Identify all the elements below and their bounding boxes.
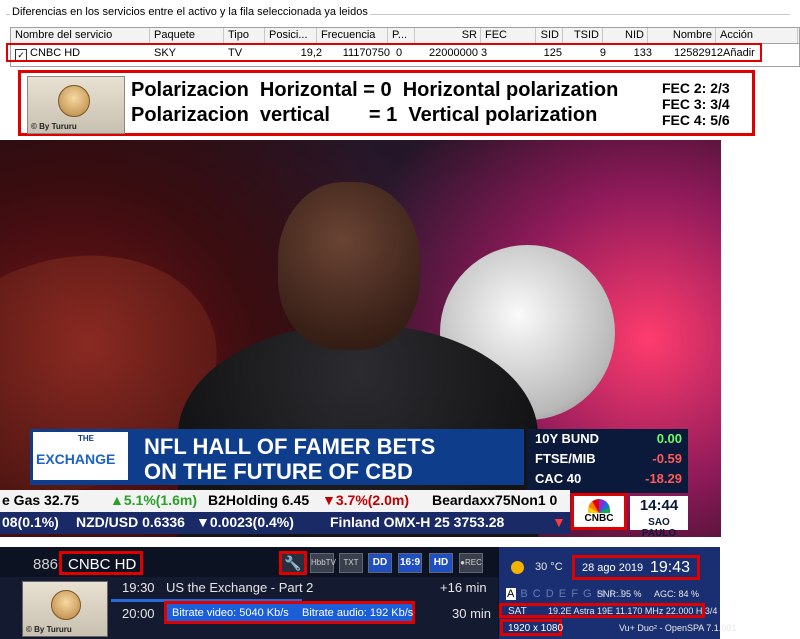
column-header-action[interactable]: Acción <box>716 28 798 43</box>
exchange-logo-word: EXCHANGE <box>36 451 116 467</box>
ticker-item: ▼0.0023(0.4%) <box>196 514 294 530</box>
column-header-package[interactable]: Paquete <box>150 28 224 43</box>
now-title: US the Exchange - Part 2 <box>166 580 314 595</box>
rec-icon: ●REC <box>459 553 483 573</box>
headline-line-1: NFL HALL OF FAMER BETS <box>144 434 436 459</box>
column-header-fec[interactable]: FEC <box>481 28 536 43</box>
bitrate-video: Bitrate video: 5040 Kb/s <box>172 607 289 619</box>
firmware-info: Vu+ Duo² - OpenSPA 7.1.001 <box>619 623 737 633</box>
column-header-sid[interactable]: SID <box>536 28 563 43</box>
column-header-p[interactable]: P... <box>388 28 415 43</box>
resolution: 1920 x 1080 <box>508 623 564 634</box>
tururu-logo: © By Tururu <box>22 581 108 637</box>
ticker-item: ▼ <box>552 514 566 530</box>
mascot-icon <box>51 590 81 620</box>
logo-caption: © By Tururu <box>26 625 72 634</box>
column-header-frequency[interactable]: Frecuencia <box>317 28 388 43</box>
presenter-head <box>278 182 420 350</box>
now-time: 19:30 <box>122 580 155 595</box>
snr: SNR: 95 % <box>597 589 642 599</box>
ticker-item: Finland OMX-H 25 3753.28 <box>330 514 505 530</box>
stock-ticker-top: e Gas 32.75 ▲5.1%(1.6m) B2Holding 6.45 ▼… <box>0 490 570 512</box>
market-name: FTSE/MIB <box>535 451 596 466</box>
date: 28 ago 2019 <box>582 562 644 574</box>
groupbox-title: Diferencias en los servicios entre el ac… <box>10 6 370 18</box>
receiver-infobar: 886 CNBC HD 🔧 HbbTV TXT DD 16:9 HD ●REC … <box>0 547 736 639</box>
cnbc-logo-box: CNBC <box>571 493 627 530</box>
column-header-name[interactable]: Nombre <box>648 28 716 43</box>
infobar-left-panel: 886 CNBC HD 🔧 HbbTV TXT DD 16:9 HD ●REC … <box>0 547 498 639</box>
stock-ticker-bottom: 08(0.1%) NZD/USD 0.6336 ▼0.0023(0.4%) Fi… <box>0 512 570 534</box>
video-frame: THE EXCHANGE NFL HALL OF FAMER BETS ON T… <box>0 140 721 537</box>
market-value: -0.59 <box>652 451 682 466</box>
agc: AGC: 84 % <box>654 589 700 599</box>
clock-city: SAO PAULO <box>641 517 677 539</box>
clock-time: 14:44 <box>639 497 679 514</box>
market-name: CAC 40 <box>535 471 582 486</box>
dolby-icon: DD <box>368 553 392 573</box>
hd-icon: HD <box>429 553 453 573</box>
time: 19:43 <box>650 559 691 576</box>
sat-label: SAT <box>508 606 527 617</box>
next-duration: 30 min <box>452 606 492 621</box>
column-header-sr[interactable]: SR <box>415 28 481 43</box>
markets-panel: 10Y BUND 0.00 FTSE/MIB -0.59 CAC 40 -18.… <box>527 429 688 493</box>
table-header: Nombre del servicio Paquete Tipo Posici.… <box>11 28 799 44</box>
polarization-vertical: Polarizacion vertical = 1 Vertical polar… <box>131 104 598 126</box>
logo-caption: © By Tururu <box>31 122 77 131</box>
column-header-tsid[interactable]: TSID <box>563 28 603 43</box>
now-remaining: +16 min <box>440 580 487 595</box>
polarization-info-box: © By Tururu Polarizacion Horizontal = 0 … <box>18 70 755 136</box>
column-header-type[interactable]: Tipo <box>224 28 265 43</box>
fec-2: FEC 2: 2/3 <box>662 80 730 96</box>
wrench-icon[interactable]: 🔧 <box>279 551 307 575</box>
channel-name-box: CNBC HD <box>59 551 143 575</box>
date-time-box: 28 ago 2019 19:43 <box>572 555 700 580</box>
satellite-info-box: SAT 19.2E Astra 19E 11.170 MHz 22.000 H … <box>499 603 717 618</box>
tururu-logo: © By Tururu <box>27 76 125 134</box>
ticker-item: Beardaxx75Non1 0 <box>432 492 558 508</box>
ticker-item: ▼3.7%(2.0m) <box>322 492 410 508</box>
mascot-icon <box>58 85 90 117</box>
ticker-item: B2Holding 6.45 <box>208 492 310 508</box>
fec-3: FEC 3: 3/4 <box>662 96 730 112</box>
on-screen-clock: 14:44 SAO PAULO <box>630 496 688 539</box>
infobar-right-panel: 30 °C 28 ago 2019 19:43 A B C D E F G H … <box>499 547 736 639</box>
resolution-box: 1920 x 1080 <box>500 619 564 636</box>
polarization-horizontal: Polarizacion Horizontal = 0 Horizontal p… <box>131 79 619 101</box>
ticker-item: ▲5.1%(1.6m) <box>110 492 198 508</box>
ticker-item: NZD/USD 0.6336 <box>76 514 185 530</box>
market-value: 0.00 <box>656 431 682 446</box>
bitrate-box: Bitrate video: 5040 Kb/s Bitrate audio: … <box>164 601 415 624</box>
channel-number: 886 <box>33 556 59 573</box>
column-header-position[interactable]: Posici... <box>265 28 317 43</box>
headline-line-2: ON THE FUTURE OF CBD <box>144 459 413 484</box>
market-name: 10Y BUND <box>535 431 600 446</box>
teletext-icon: TXT <box>339 553 363 573</box>
temperature: 30 °C <box>535 561 563 573</box>
tuner-letter-active: A <box>506 588 517 600</box>
column-header-service[interactable]: Nombre del servicio <box>11 28 150 43</box>
bitrate-audio: Bitrate audio: 192 Kb/s <box>302 607 414 619</box>
cnbc-logo-text: CNBC <box>584 513 614 524</box>
fec-4: FEC 4: 5/6 <box>662 112 730 128</box>
weather-sun-icon <box>511 561 524 574</box>
ticker-item: e Gas 32.75 <box>2 492 80 508</box>
exchange-logo-the: THE <box>78 434 94 443</box>
market-value: -18.29 <box>645 471 682 486</box>
aspect-16-9-icon: 16:9 <box>398 553 422 573</box>
channel-name: CNBC HD <box>68 556 137 573</box>
column-header-nid[interactable]: NID <box>603 28 648 43</box>
peacock-icon <box>588 499 610 513</box>
ticker-item: 08(0.1%) <box>2 514 59 530</box>
hbbtv-icon: HbbTV <box>310 553 336 573</box>
next-time: 20:00 <box>122 606 155 621</box>
row-highlight-outline <box>6 43 762 62</box>
sat-details: 19.2E Astra 19E 11.170 MHz 22.000 H 3/4 <box>548 606 718 616</box>
